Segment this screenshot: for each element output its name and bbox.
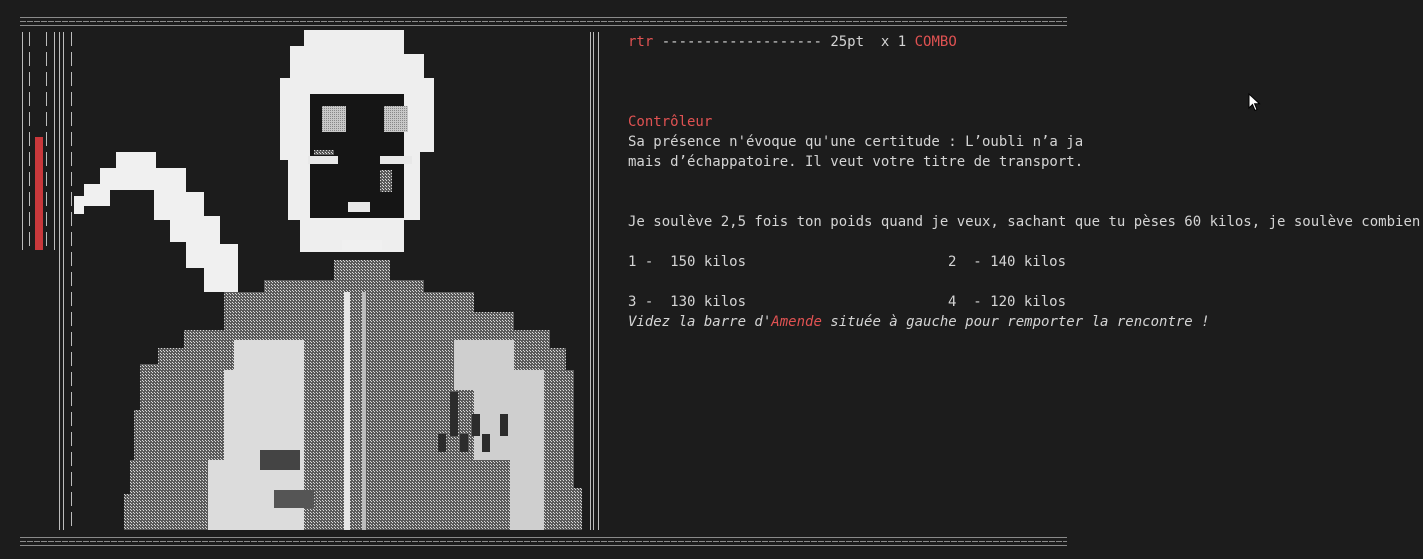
portrait-arm bbox=[74, 152, 238, 292]
combo-multiplier: x 1 bbox=[864, 34, 915, 50]
gauge-line bbox=[54, 32, 55, 250]
hint-keyword: Amende bbox=[771, 314, 822, 330]
hint-text: Videz la barre d' bbox=[628, 314, 772, 330]
answer-option-2[interactable]: 2 - 140 kilos bbox=[948, 252, 1066, 272]
enemy-description-line: Sa présence n'évoque qu'une certitude : … bbox=[628, 134, 1084, 150]
gauge-line bbox=[46, 32, 47, 250]
combo-label: COMBO bbox=[914, 34, 957, 50]
gauge-line bbox=[22, 32, 23, 250]
hud-line: rtr ------------------- 25pt x 1 COMBO bbox=[628, 32, 957, 52]
answer-option-3[interactable]: 3 - 130 kilos bbox=[628, 292, 746, 312]
portrait-frame-left bbox=[59, 32, 60, 530]
player-name: rtr bbox=[628, 34, 654, 50]
enemy-name: Contrôleur bbox=[628, 114, 713, 130]
amende-bar-fill bbox=[35, 136, 43, 250]
score-value: 25pt bbox=[830, 34, 865, 50]
top-border-rule bbox=[20, 17, 1067, 26]
mouse-pointer-icon bbox=[1248, 93, 1261, 112]
hud-separator: ------------------- bbox=[653, 34, 831, 50]
hint-line: Videz la barre d'Amende située à gauche … bbox=[628, 312, 1210, 332]
enemy-description-line: mais d’échappatoire. Il veut votre titre… bbox=[628, 154, 1084, 170]
bottom-border-rule bbox=[20, 537, 1067, 546]
portrait-frame-left bbox=[63, 32, 64, 530]
controleur-portrait bbox=[74, 30, 582, 530]
gauge-line bbox=[29, 32, 30, 250]
answer-option-4[interactable]: 4 - 120 kilos bbox=[948, 292, 1066, 312]
question-text: Je soulève 2,5 fois ton poids quand je v… bbox=[628, 214, 1423, 230]
answer-option-1[interactable]: 1 - 150 kilos bbox=[628, 252, 746, 272]
portrait-frame-right bbox=[598, 32, 599, 530]
hint-text: située à gauche pour remporter la rencon… bbox=[821, 314, 1210, 330]
portrait-frame-left bbox=[71, 32, 72, 530]
portrait-frame-right bbox=[593, 32, 594, 530]
portrait-frame-right bbox=[590, 32, 591, 530]
